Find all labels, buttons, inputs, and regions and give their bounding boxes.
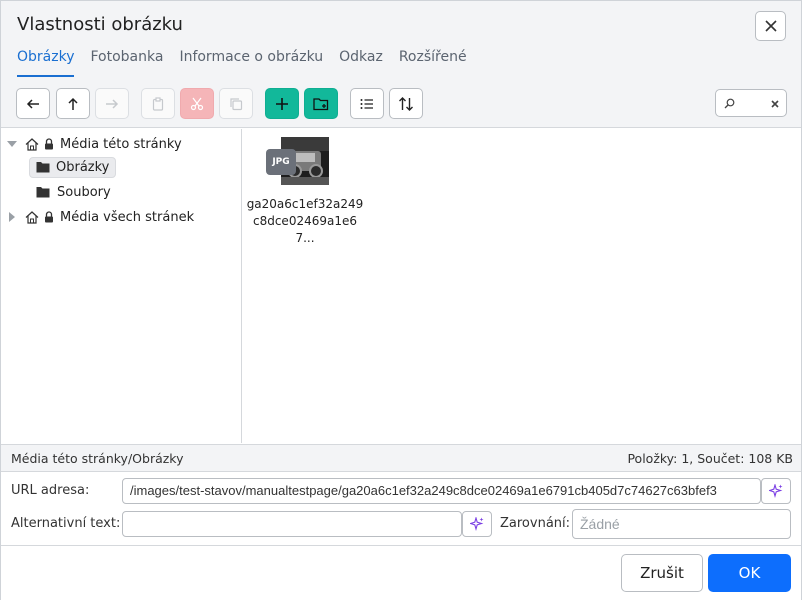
alt-text-ai-button[interactable]	[462, 511, 492, 537]
tab-images[interactable]: Obrázky	[17, 49, 75, 77]
new-folder-icon	[313, 97, 329, 110]
file-grid: JPG ga20a6c1ef32a249c8dce02469a1e67...	[243, 129, 801, 443]
forward-button[interactable]	[95, 88, 129, 119]
status-summary: Položky: 1, Součet: 108 KB	[627, 451, 793, 466]
sparkle-icon	[470, 517, 484, 531]
status-bar: Média této stránky/Obrázky Položky: 1, S…	[1, 444, 801, 472]
folder-tree: Média této stránky Obrázky Soubory Média…	[1, 129, 242, 457]
add-button[interactable]	[265, 88, 299, 119]
list-view-icon	[360, 98, 373, 109]
file-name: ga20a6c1ef32a249c8dce02469a1e67...	[246, 197, 364, 245]
back-button[interactable]	[16, 88, 50, 119]
close-icon	[764, 20, 777, 32]
url-label: URL adresa:	[11, 483, 90, 498]
tree-item-selected[interactable]: Obrázky	[29, 156, 117, 178]
ok-button[interactable]: OK	[708, 554, 791, 592]
alt-text-label: Alternativní text:	[11, 516, 121, 531]
close-button[interactable]	[755, 11, 786, 41]
folder-icon	[36, 187, 50, 198]
new-folder-button[interactable]	[304, 88, 338, 119]
arrow-right-icon	[106, 98, 119, 109]
image-properties-dialog: Vlastnosti obrázku Obrázky Fotobanka Inf…	[0, 0, 802, 600]
search-input[interactable]	[715, 89, 787, 117]
up-button[interactable]	[56, 88, 90, 119]
tree-item-label: Obrázky	[56, 159, 110, 175]
clear-search-icon[interactable]	[771, 100, 779, 108]
dialog-title: Vlastnosti obrázku	[17, 14, 183, 35]
sparkle-icon	[769, 484, 783, 498]
alignment-value: Žádné	[580, 516, 620, 532]
tab-link[interactable]: Odkaz	[339, 49, 383, 77]
arrow-left-icon	[26, 98, 39, 109]
tab-bar: Obrázky Fotobanka Informace o obrázku Od…	[17, 49, 483, 77]
sort-icon	[399, 96, 413, 111]
cancel-button[interactable]: Zrušit	[621, 554, 703, 592]
cut-icon	[190, 97, 204, 110]
paste-button[interactable]	[141, 88, 175, 119]
lock-icon	[45, 138, 53, 150]
home-icon	[25, 210, 39, 224]
tree-item-page-media[interactable]: Média této stránky	[7, 133, 182, 155]
cut-button[interactable]	[180, 88, 214, 119]
dialog-header: Vlastnosti obrázku Obrázky Fotobanka Inf…	[1, 1, 801, 128]
tab-photobank[interactable]: Fotobanka	[90, 49, 163, 77]
plus-icon	[276, 97, 288, 110]
list-view-button[interactable]	[350, 88, 384, 119]
alignment-select[interactable]: Žádné	[572, 509, 791, 539]
tree-item-label: Soubory	[57, 184, 111, 200]
lock-icon	[45, 211, 53, 223]
tree-item-images[interactable]: Obrázky	[29, 156, 117, 178]
tab-image-info[interactable]: Informace o obrázku	[179, 49, 323, 77]
tree-item-label: Média všech stránek	[60, 209, 195, 225]
copy-icon	[230, 97, 243, 110]
paste-icon	[152, 96, 164, 111]
tree-item-files[interactable]: Soubory	[36, 181, 111, 203]
folder-icon	[36, 162, 50, 173]
home-icon	[25, 137, 39, 151]
tree-item-all-media[interactable]: Média všech stránek	[8, 206, 194, 228]
arrow-up-icon	[68, 97, 78, 110]
file-type-badge: JPG	[266, 149, 296, 175]
url-ai-button[interactable]	[761, 478, 791, 504]
status-path: Média této stránky/Obrázky	[11, 451, 184, 466]
tab-advanced[interactable]: Rozšířené	[399, 49, 467, 77]
tree-item-label: Média této stránky	[60, 136, 182, 152]
alt-text-input[interactable]	[122, 511, 462, 537]
alignment-label: Zarovnání:	[500, 516, 571, 531]
caret-down-icon[interactable]	[7, 140, 17, 148]
search-icon	[724, 98, 735, 109]
copy-button[interactable]	[219, 88, 253, 119]
sort-button[interactable]	[389, 88, 423, 119]
url-input[interactable]: /images/test-stavov/manualtestpage/ga20a…	[122, 478, 761, 504]
caret-right-icon[interactable]	[8, 212, 16, 222]
